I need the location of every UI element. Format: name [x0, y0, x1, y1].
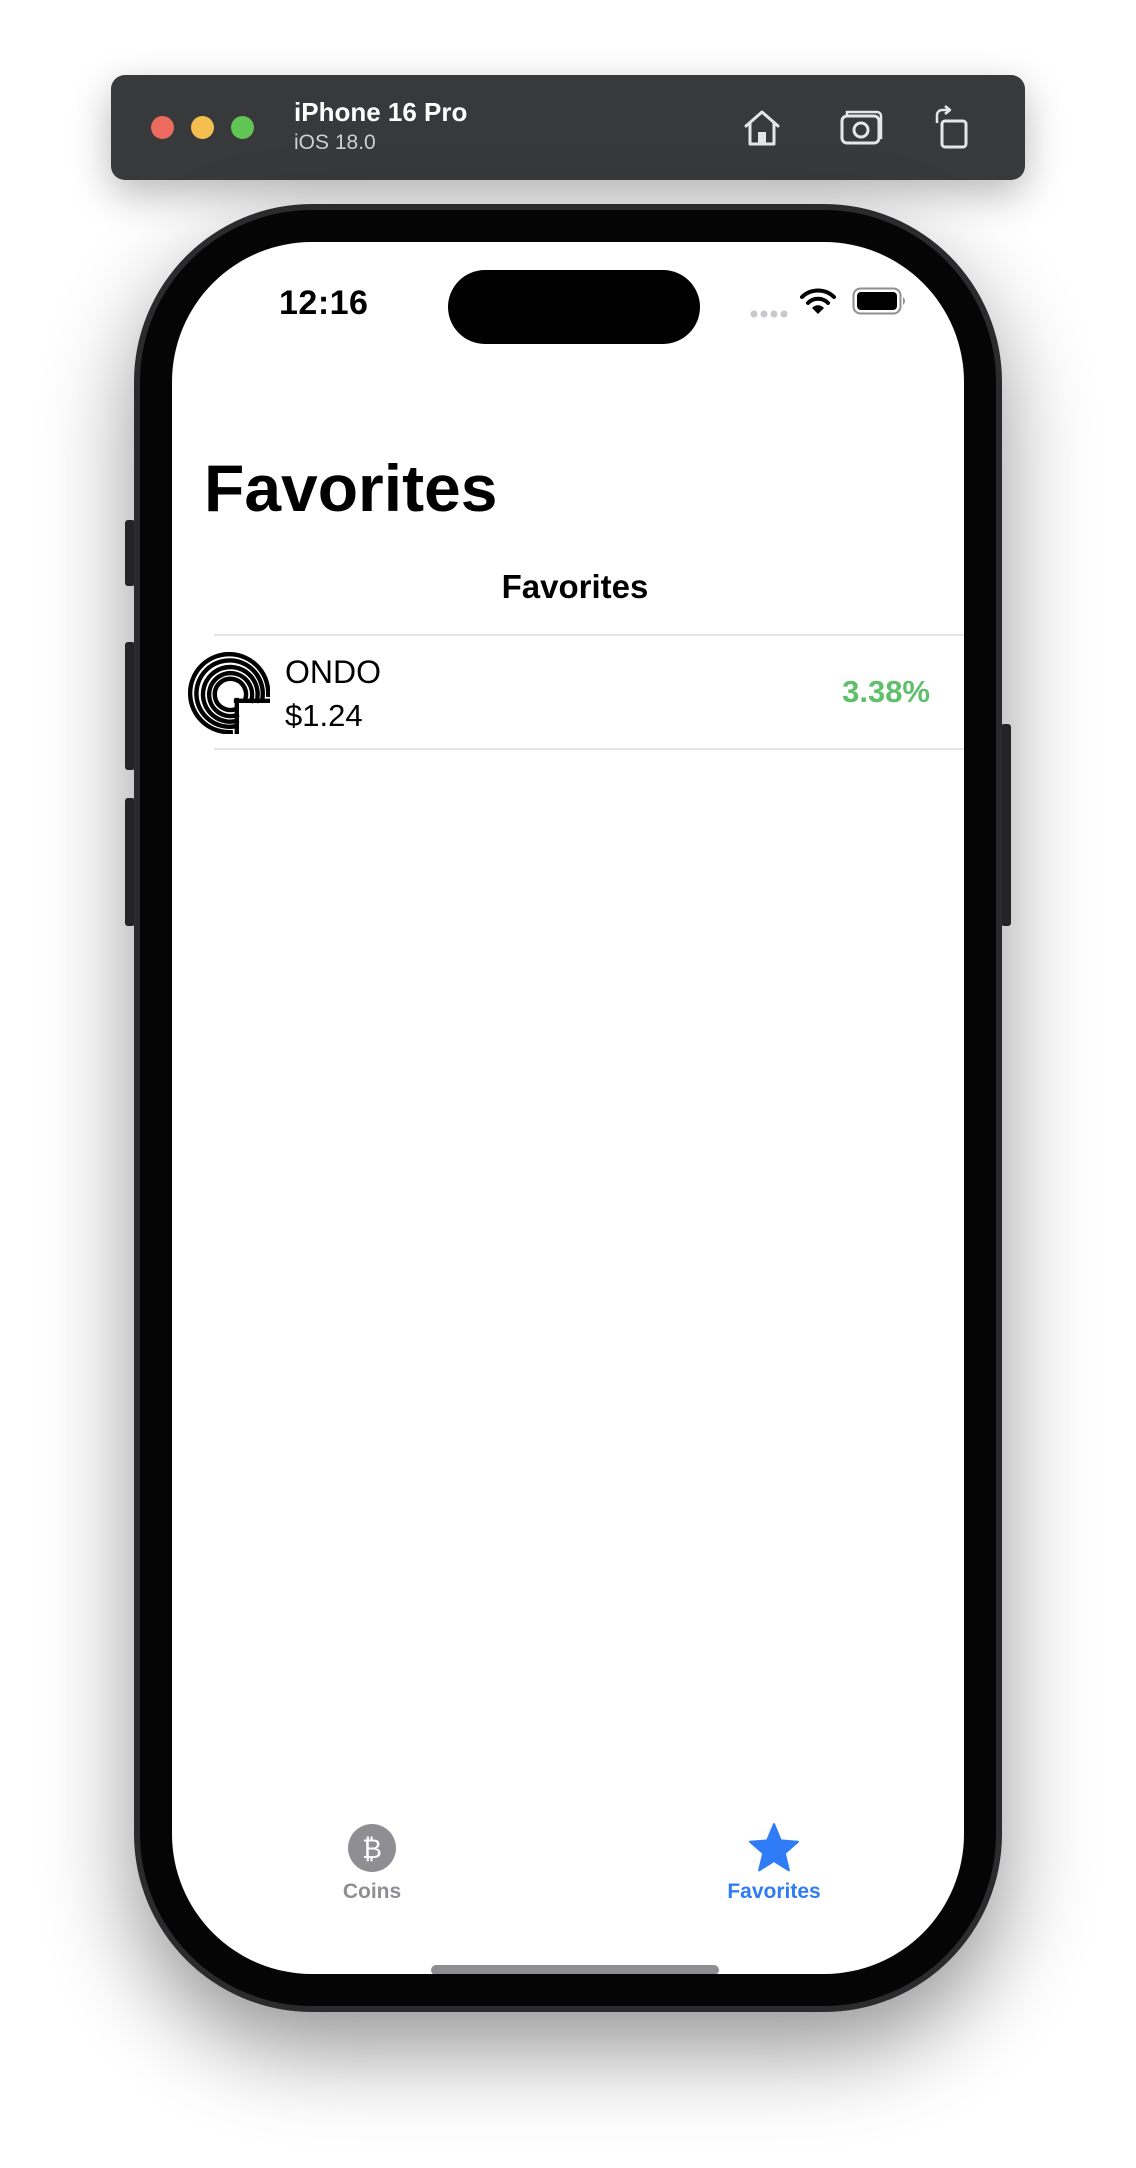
phone-bezel: 12:16 Favorites Favorites ONDO $1.24 3.3…: [140, 210, 996, 2006]
cellular-signal-icon: [750, 310, 788, 318]
minimize-window-button[interactable]: [191, 116, 214, 139]
ondo-logo-icon: [188, 652, 270, 734]
tab-favorites[interactable]: Favorites: [674, 1822, 874, 1904]
dynamic-island: [448, 270, 700, 344]
tab-bar: ₿ Coins Favorites: [172, 1822, 964, 1932]
simulator-toolbar: iPhone 16 Pro iOS 18.0: [111, 75, 1025, 180]
screenshot-button[interactable]: [837, 103, 887, 153]
device-name: iPhone 16 Pro: [294, 97, 468, 127]
home-button[interactable]: [737, 103, 787, 153]
page-title: Favorites: [204, 451, 498, 525]
coin-price: $1.24: [285, 698, 363, 733]
phone-frame: 12:16 Favorites Favorites ONDO $1.24 3.3…: [134, 204, 1002, 2012]
os-version: iOS 18.0: [294, 131, 376, 154]
tab-label-favorites: Favorites: [727, 1880, 821, 1903]
side-button: [1001, 724, 1011, 926]
section-header: Favorites: [501, 568, 649, 605]
star-icon: [749, 1823, 799, 1872]
status-time: 12:16: [279, 284, 369, 322]
zoom-window-button[interactable]: [231, 116, 254, 139]
rotate-icon: [935, 105, 968, 149]
battery-icon: [852, 287, 905, 315]
svg-text:₿: ₿: [362, 1834, 382, 1865]
bitcoin-icon: ₿: [348, 1824, 396, 1872]
close-window-button[interactable]: [151, 116, 174, 139]
home-icon: [744, 110, 780, 146]
tab-label-coins: Coins: [342, 1880, 402, 1903]
home-indicator: [431, 1965, 719, 1974]
coin-row[interactable]: ONDO $1.24 3.38%: [172, 636, 964, 748]
row-divider: [214, 748, 964, 750]
coin-change-percent: 3.38%: [842, 674, 930, 709]
camera-icon: [840, 110, 883, 145]
tab-coins[interactable]: ₿ Coins: [272, 1822, 472, 1904]
coin-symbol: ONDO: [285, 654, 381, 690]
wifi-icon: [800, 288, 836, 314]
phone-screen: 12:16 Favorites Favorites ONDO $1.24 3.3…: [172, 242, 964, 1974]
rotate-button[interactable]: [927, 103, 977, 153]
